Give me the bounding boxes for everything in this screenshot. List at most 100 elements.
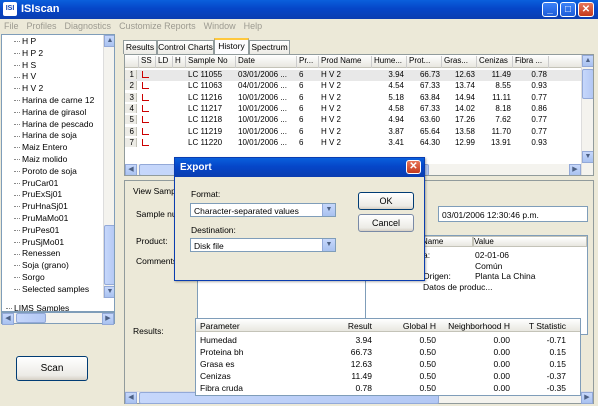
tree-vertical-scrollbar[interactable]: ▲ ▼ xyxy=(103,35,114,298)
tree-item[interactable]: PruExSj01 xyxy=(14,189,62,200)
tree-item[interactable]: Harina de soja xyxy=(14,130,77,141)
menu-customize-reports[interactable]: Customize Reports xyxy=(115,19,200,33)
spectrum-chart-icon[interactable] xyxy=(142,116,149,124)
tree-item[interactable]: Poroto de soja xyxy=(14,166,77,177)
table-row[interactable]: Humedad 3.94 0.50 0.00 -0.71 xyxy=(196,334,580,346)
tree-item[interactable]: Maiz Entero xyxy=(14,142,67,153)
results-col-neighborhood-h[interactable]: Neighborhood H xyxy=(448,321,510,331)
menu-file[interactable]: File xyxy=(0,19,23,33)
tree-item[interactable]: PruHnaSj01 xyxy=(14,201,68,212)
col-header-ld[interactable]: LD xyxy=(156,56,173,68)
table-row[interactable]: 1 LC 11055 03/01/2006 ... 6 H V 2 3.94 66.73 12… xyxy=(125,70,583,81)
table-row[interactable]: 7 LC 11220 10/01/2006 ... 6 H V 2 3.41 64.30 12… xyxy=(125,137,583,149)
tree-item[interactable]: H V 2 xyxy=(14,83,43,94)
tree-item[interactable]: Harina de girasol xyxy=(14,107,86,118)
col-header-humedad[interactable]: Hume... xyxy=(372,56,407,68)
spectrum-chart-icon[interactable] xyxy=(142,82,149,90)
tab-results[interactable]: Results xyxy=(123,40,157,54)
col-header-fibra[interactable]: Fibra ... xyxy=(513,56,549,68)
tree-item[interactable]: Harina de carne 12 xyxy=(14,95,94,106)
destination-select[interactable]: Disk file ▼ xyxy=(190,238,336,252)
tree-item[interactable]: H P 2 xyxy=(14,48,43,59)
table-row[interactable]: 5 LC 11218 10/01/2006 ... 6 H V 2 4.94 63.60 17… xyxy=(125,115,583,126)
menu-diagnostics[interactable]: Diagnostics xyxy=(61,19,116,33)
close-button[interactable]: ✕ xyxy=(578,2,594,17)
menu-help[interactable]: Help xyxy=(240,19,267,33)
scroll-left-icon[interactable]: ◀ xyxy=(125,164,137,175)
scroll-thumb[interactable] xyxy=(582,69,593,99)
tab-history[interactable]: History xyxy=(214,38,249,54)
tree-item[interactable]: Harina de pescado xyxy=(14,119,93,130)
table-row[interactable]: 3 LC 11216 10/01/2006 ... 6 H V 2 5.18 63.84 14… xyxy=(125,92,583,104)
col-header-index[interactable] xyxy=(125,56,139,68)
tab-spectrum[interactable]: Spectrum xyxy=(249,40,290,54)
table-row[interactable]: 4 LC 11217 10/01/2006 ... 6 H V 2 4.58 67.33 14… xyxy=(125,103,583,115)
grid-vertical-scrollbar[interactable]: ▲ ▼ xyxy=(581,55,593,175)
results-col-t-statistic[interactable]: T Statistic xyxy=(529,321,566,331)
results-col-parameter[interactable]: Parameter xyxy=(200,321,240,331)
table-row[interactable]: Cenizas 11.49 0.50 0.00 -0.37 xyxy=(196,370,580,382)
chevron-down-icon[interactable]: ▼ xyxy=(322,204,335,216)
results-col-result[interactable]: Result xyxy=(348,321,372,331)
minimize-button[interactable]: _ xyxy=(542,2,558,17)
col-header-prod-name[interactable]: Prod Name xyxy=(319,56,372,68)
scan-button[interactable]: Scan xyxy=(16,356,88,381)
col-header-h[interactable]: H xyxy=(173,56,186,68)
scroll-thumb[interactable] xyxy=(104,225,114,285)
tree-horizontal-scrollbar[interactable]: ◀ ▶ xyxy=(1,312,115,325)
profile-tree[interactable]: H PH P 2H SH VH V 2 Harina de carne 12 Har… xyxy=(1,34,115,312)
table-row[interactable]: 6 LC 11219 10/01/2006 ... 6 H V 2 3.87 65.64 13… xyxy=(125,126,583,138)
tree-item[interactable]: PruSjMo01 xyxy=(14,237,64,248)
tree-item[interactable]: PruPes01 xyxy=(14,225,59,236)
format-select[interactable]: Character-separated values ▼ xyxy=(190,203,336,217)
tree-item[interactable]: Soja (grano) xyxy=(14,260,69,271)
tree-item[interactable]: Renessen xyxy=(14,248,60,259)
spectrum-chart-icon[interactable] xyxy=(142,71,149,78)
tree-item[interactable]: H V xyxy=(14,71,36,82)
scroll-right-icon[interactable]: ▶ xyxy=(581,392,593,404)
scroll-down-icon[interactable]: ▼ xyxy=(582,151,593,163)
tree-item[interactable]: PruMaMo01 xyxy=(14,213,68,224)
col-header-pr[interactable]: Pr... xyxy=(297,56,319,68)
results-table[interactable]: Parameter Result Global H Neighborhood H… xyxy=(195,318,581,396)
info-row[interactable]: Datos de produc... xyxy=(366,282,587,293)
maximize-button[interactable]: □ xyxy=(560,2,576,17)
tree-item[interactable]: H S xyxy=(14,60,36,71)
tree-item[interactable]: H P xyxy=(14,36,36,47)
spectrum-chart-icon[interactable] xyxy=(142,127,149,135)
table-row[interactable]: Proteina bh 66.73 0.50 0.00 0.15 xyxy=(196,346,580,358)
col-header-ss[interactable]: SS xyxy=(139,56,156,68)
tree-item[interactable]: Maiz molido xyxy=(14,154,67,165)
scroll-right-icon[interactable]: ▶ xyxy=(569,164,581,175)
scroll-left-icon[interactable]: ◀ xyxy=(2,313,14,325)
spectrum-chart-icon[interactable] xyxy=(142,138,149,146)
col-header-cenizas[interactable]: Cenizas xyxy=(477,56,513,68)
col-header-sample-no[interactable]: Sample No xyxy=(186,56,236,68)
cancel-button[interactable]: Cancel xyxy=(358,214,414,232)
dialog-close-icon[interactable]: ✕ xyxy=(406,160,421,174)
tab-control-charts[interactable]: Control Charts xyxy=(157,40,214,54)
tree-root-lims[interactable]: LIMS Samples xyxy=(6,303,69,311)
scroll-left-icon[interactable]: ◀ xyxy=(125,392,137,404)
tree-item[interactable]: Selected samples xyxy=(14,284,89,295)
results-col-global-h[interactable]: Global H xyxy=(403,321,436,331)
tree-item[interactable]: Sorgo xyxy=(14,272,45,283)
scroll-right-icon[interactable]: ▶ xyxy=(102,313,114,325)
ok-button[interactable]: OK xyxy=(358,192,414,210)
table-row[interactable]: 2 LC 11063 04/01/2006 ... 6 H V 2 4.54 67.33 13… xyxy=(125,81,583,92)
menu-profiles[interactable]: Profiles xyxy=(23,19,61,33)
spectrum-chart-icon[interactable] xyxy=(142,104,149,112)
table-row[interactable]: Fibra cruda 0.78 0.50 0.00 -0.35 xyxy=(196,382,580,394)
scroll-down-icon[interactable]: ▼ xyxy=(104,286,114,298)
table-row[interactable]: Grasa es 12.63 0.50 0.00 0.15 xyxy=(196,358,580,370)
col-header-proteina[interactable]: Prot... xyxy=(407,56,442,68)
scroll-up-icon[interactable]: ▲ xyxy=(582,55,593,67)
scroll-thumb[interactable] xyxy=(16,313,46,323)
col-header-date[interactable]: Date xyxy=(236,56,297,68)
col-header-grasa[interactable]: Gras... xyxy=(442,56,477,68)
chevron-down-icon[interactable]: ▼ xyxy=(322,239,335,251)
spectrum-chart-icon[interactable] xyxy=(142,93,149,101)
tree-item[interactable]: PruCar01 xyxy=(14,178,58,189)
menu-window[interactable]: Window xyxy=(200,19,240,33)
scroll-up-icon[interactable]: ▲ xyxy=(104,35,114,47)
